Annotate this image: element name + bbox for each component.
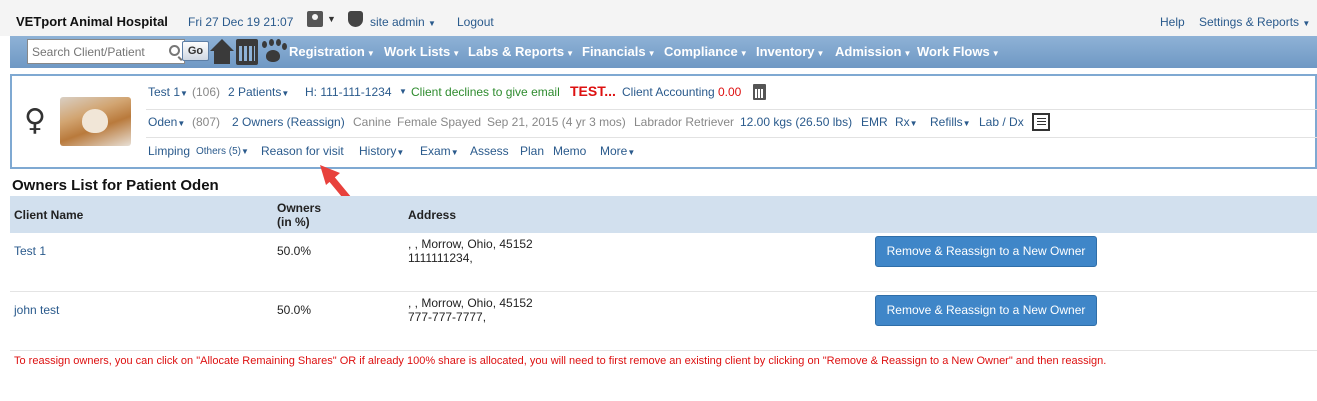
address-line-2: 777-777-7777, [408,310,487,324]
reason-for-visit-link[interactable]: Reason for visit [261,144,344,158]
patients-menu[interactable]: 2 Patients▼ [228,85,289,99]
search-box [27,39,185,64]
history-menu[interactable]: History▼ [359,144,404,158]
table-row: Test 1 50.0% , , Morrow, Ohio, 45152 111… [10,233,1317,292]
owner-percent: 50.0% [277,244,312,258]
chevron-down-icon[interactable]: ▼ [327,14,336,24]
client-accounting-link[interactable]: Client Accounting [622,85,715,99]
shield-icon [348,11,363,27]
refills-menu[interactable]: Refills▼ [930,115,971,129]
clipboard-icon[interactable] [1032,113,1050,131]
complaint-link[interactable]: Limping [148,144,190,158]
client-name-link[interactable]: john test [14,303,59,317]
logout-link[interactable]: Logout [457,15,494,29]
owners-list-title: Owners List for Patient Oden [12,177,219,194]
owner-percent: 50.0% [277,303,312,317]
nav-work-flows[interactable]: Work Flows ▼ [917,44,1000,59]
client-phone[interactable]: H: 111-111-1234 [305,85,392,99]
date-of-birth: Sep 21, 2015 (4 yr 3 mos) [487,115,626,129]
hospital-name: VETport Animal Hospital [16,14,168,29]
more-menu[interactable]: More▼ [600,144,635,158]
current-datetime: Fri 27 Dec 19 21:07 [188,15,294,29]
home-icon[interactable] [210,39,234,65]
top-bar: VETport Animal Hospital Fri 27 Dec 19 21… [0,0,1317,36]
col-client-name: Client Name [14,208,84,222]
nav-compliance[interactable]: Compliance ▼ [664,44,748,59]
address-line-2: 1111111234, [408,251,473,265]
main-nav: Go Registration▼ Work Lists▼ Labs & Repo… [10,36,1317,68]
weight[interactable]: 12.00 kgs (26.50 lbs) [740,115,852,129]
client-id: (106) [192,85,221,99]
col-owners: Owners [277,201,322,215]
client-name-link[interactable]: Test 1▼ [148,85,188,99]
settings-reports-menu[interactable]: Settings & Reports ▼ [1199,15,1310,29]
col-address: Address [408,208,457,222]
lab-dx-link[interactable]: Lab / Dx [979,115,1024,129]
address-line-1: , , Morrow, Ohio, 45152 [408,296,533,310]
owners-reassign-link[interactable]: 2 Owners (Reassign) [232,115,345,129]
rx-menu[interactable]: Rx▼ [895,115,918,129]
col-owners-unit: (in %) [277,215,310,229]
others-menu[interactable]: Others (5)▼ [196,146,249,157]
search-input[interactable] [28,40,162,63]
email-status: Client declines to give email [411,85,560,99]
calendar-icon[interactable] [236,39,258,65]
nav-admission[interactable]: Admission ▼ [835,44,911,59]
nav-labs-reports[interactable]: Labs & Reports ▼ [468,44,574,59]
help-link[interactable]: Help [1160,15,1185,29]
user-icon[interactable] [307,11,323,27]
nav-inventory[interactable]: Inventory ▼ [756,44,824,59]
phone-chevron-icon[interactable]: ▼ [399,87,407,96]
assess-link[interactable]: Assess [470,144,509,158]
patient-photo[interactable] [60,97,131,146]
patient-summary-panel: ♀ Test 1▼ (106) 2 Patients▼ H: 111-111-1… [10,74,1317,169]
nav-work-lists[interactable]: Work Lists ▼ [384,44,460,59]
patient-name-link[interactable]: Oden▼ [148,115,185,129]
exam-menu[interactable]: Exam▼ [420,144,459,158]
table-header: Client Name Owners (in %) Address [10,196,1317,233]
client-alert[interactable]: TEST... [570,83,616,99]
table-row: john test 50.0% , , Morrow, Ohio, 45152 … [10,292,1317,351]
breed: Labrador Retriever [634,115,735,129]
calculator-icon[interactable] [753,84,766,100]
go-button[interactable]: Go [182,41,209,61]
remove-reassign-button[interactable]: Remove & Reassign to a New Owner [875,236,1097,267]
species: Canine [353,115,392,129]
search-icon[interactable] [169,45,180,56]
female-icon: ♀ [24,103,46,138]
user-menu[interactable]: site admin ▼ [370,15,436,29]
sex: Female Spayed [397,115,482,129]
accounting-balance: 0.00 [718,85,742,99]
divider [146,137,1317,138]
reassign-instructions: To reassign owners, you can click on "Al… [14,355,1107,367]
nav-financials[interactable]: Financials ▼ [582,44,656,59]
client-name-link[interactable]: Test 1 [14,244,46,258]
memo-link[interactable]: Memo [553,144,586,158]
remove-reassign-button[interactable]: Remove & Reassign to a New Owner [875,295,1097,326]
paw-icon[interactable] [261,39,285,65]
plan-link[interactable]: Plan [520,144,544,158]
patient-id: (807) [192,115,221,129]
address-line-1: , , Morrow, Ohio, 45152 [408,237,533,251]
nav-registration[interactable]: Registration ▼ [289,44,375,59]
divider [146,109,1317,110]
emr-link[interactable]: EMR [861,115,888,129]
